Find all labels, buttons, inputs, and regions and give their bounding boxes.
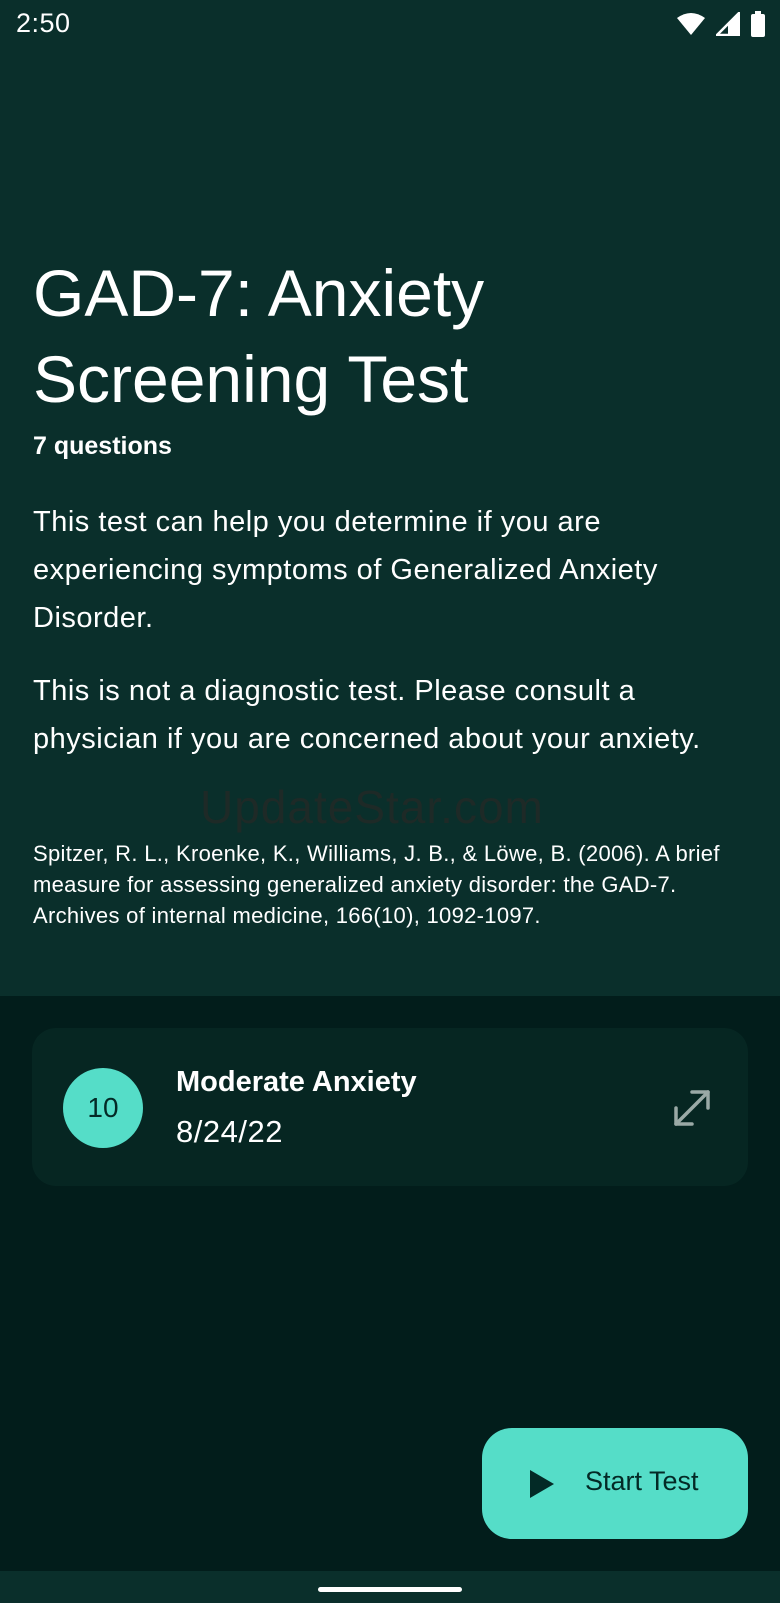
result-card[interactable]: 10 Moderate Anxiety 8/24/22 [32, 1028, 748, 1186]
score-badge: 10 [63, 1068, 143, 1148]
test-citation: Spitzer, R. L., Kroenke, K., Williams, J… [33, 841, 720, 928]
result-date: 8/24/22 [176, 1114, 283, 1149]
cellular-signal-icon [716, 12, 740, 36]
play-icon [530, 1470, 554, 1498]
battery-icon [751, 11, 765, 37]
watermark: UpdateStar.com [200, 781, 544, 833]
status-time: 2:50 [16, 8, 71, 38]
test-description: This test can help you determine if you … [33, 506, 658, 634]
status-icons [676, 11, 766, 37]
start-test-button[interactable]: Start Test [482, 1428, 748, 1539]
navigation-bar [0, 1571, 780, 1603]
test-disclaimer: This is not a diagnostic test. Please co… [33, 675, 701, 755]
wifi-icon [677, 13, 705, 35]
status-bar: 2:50 [0, 0, 780, 48]
result-label: Moderate Anxiety [176, 1066, 417, 1098]
home-gesture-handle[interactable] [318, 1587, 462, 1592]
expand-icon[interactable] [670, 1086, 714, 1130]
start-test-label: Start Test [585, 1466, 699, 1496]
score-value: 10 [87, 1092, 119, 1123]
question-count: 7 questions [33, 432, 172, 460]
page-title: GAD-7: Anxiety Screening Test [33, 256, 485, 416]
